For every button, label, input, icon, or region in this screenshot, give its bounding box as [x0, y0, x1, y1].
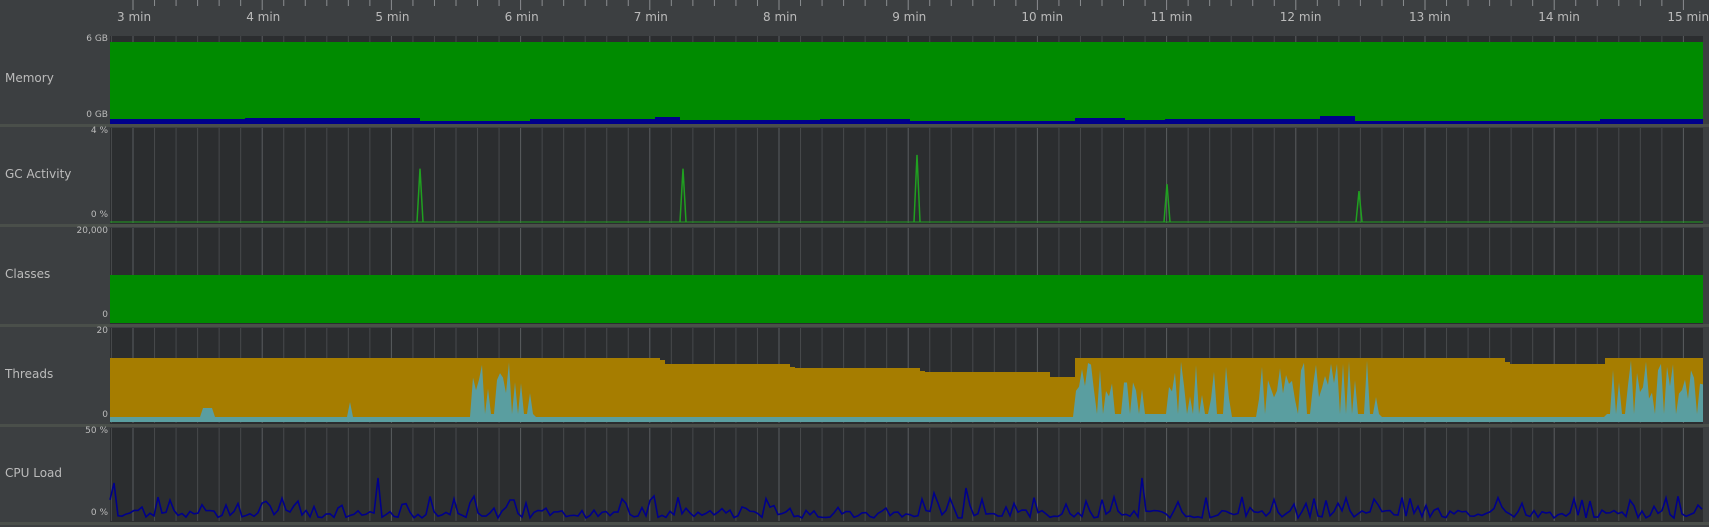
timeline-tick-label: 6 min: [504, 10, 539, 24]
timeline-tick-label: 7 min: [633, 10, 668, 24]
timeline-tick-label: 5 min: [375, 10, 410, 24]
timeline-tick-label: 12 min: [1279, 10, 1322, 24]
panel-separator-memory: [0, 124, 1709, 127]
axis-min-memory: 0 GB: [86, 110, 108, 120]
panel-separator-threads: [0, 424, 1709, 427]
timeline-tick-label: 9 min: [892, 10, 927, 24]
axis-max-classes: 20,000: [76, 226, 109, 236]
panel-label-gc: GC Activity: [5, 167, 72, 181]
axis-min-classes: 0: [102, 310, 108, 320]
plot-area-cpu: [110, 428, 1703, 524]
axis-max-memory: 6 GB: [86, 34, 108, 44]
axis-min-gc: 0 %: [90, 210, 108, 220]
axis-min-cpu: 0 %: [90, 508, 108, 518]
axis-max-gc: 4 %: [90, 126, 108, 136]
panel-label-cpu: CPU Load: [5, 466, 62, 480]
timeline-tick-label: 8 min: [763, 10, 798, 24]
timeline-tick-label: 13 min: [1409, 10, 1451, 24]
classes-loaded-area: [110, 275, 1703, 323]
panel-separator-gc: [0, 224, 1709, 227]
timeline-tick-label: 11 min: [1150, 10, 1193, 24]
timeline-tick-label: 14 min: [1538, 10, 1580, 24]
panel-label-memory: Memory: [5, 71, 54, 85]
axis-min-threads: 0: [102, 410, 108, 420]
panel-separator-cpu: [0, 522, 1709, 525]
timeline-tick-label: 4 min: [246, 10, 281, 24]
memory-committed-area: [110, 42, 1703, 124]
panel-label-classes: Classes: [5, 267, 51, 281]
timeline-tick-label: 15 min: [1667, 10, 1709, 24]
plot-area-gc: [110, 128, 1703, 226]
timeline-tick-label: 3 min: [117, 10, 152, 24]
axis-max-threads: 20: [96, 326, 108, 336]
axis-max-cpu: 50 %: [85, 426, 108, 436]
timeline-tick-label: 10 min: [1021, 10, 1064, 24]
jvm-monitor-chart: [0, 0, 1709, 525]
panel-separator-classes: [0, 324, 1709, 327]
panel-label-threads: Threads: [5, 367, 54, 381]
